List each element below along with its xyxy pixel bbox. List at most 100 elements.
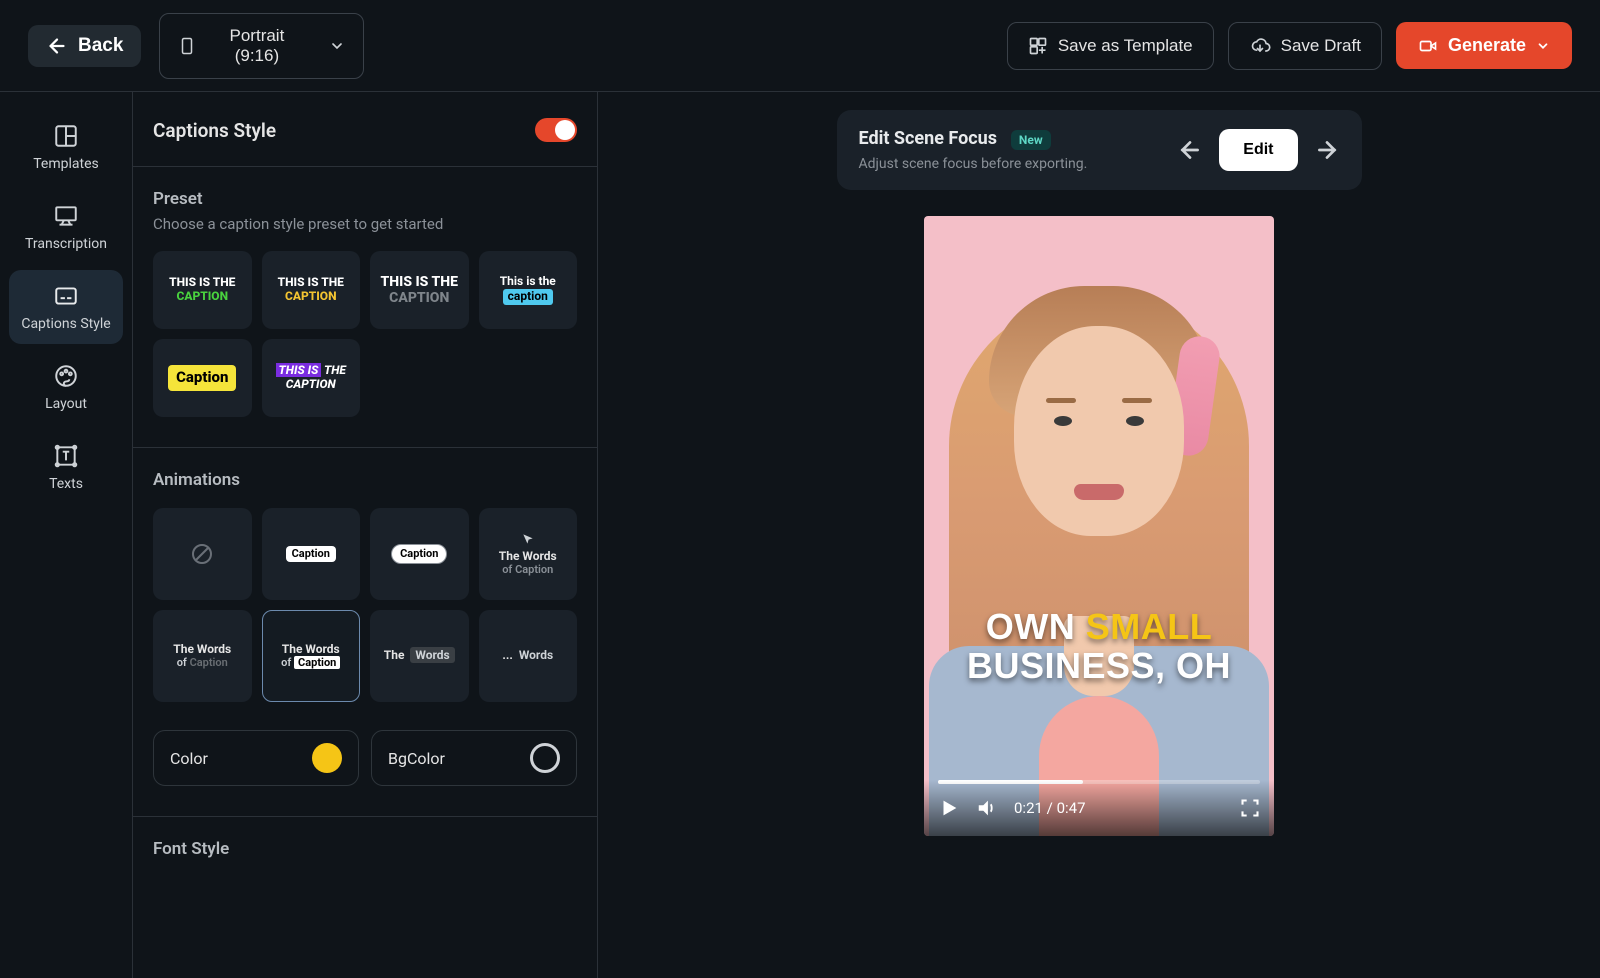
- captions-style-panel: Captions Style Preset Choose a caption s…: [133, 92, 598, 978]
- generate-label: Generate: [1448, 35, 1526, 56]
- preset-heading: Preset: [153, 189, 577, 209]
- preset-line1: This is the: [500, 275, 556, 289]
- preset-line1: THIS IS THE: [276, 364, 346, 378]
- person-face: [1014, 326, 1184, 536]
- sidebar-item-layout[interactable]: Layout: [9, 350, 123, 424]
- scene-focus-text: Edit Scene Focus New Adjust scene focus …: [859, 128, 1088, 172]
- animation-tile-caption-round[interactable]: Caption: [370, 508, 469, 600]
- sidebar-item-label: Texts: [49, 476, 83, 492]
- topbar-left: Back Portrait (9:16): [28, 13, 364, 79]
- person-lips: [1074, 484, 1124, 500]
- topbar: Back Portrait (9:16) Save as Template Sa…: [0, 0, 1600, 92]
- video-preview[interactable]: OWN SMALL BUSINESS, OH 0:21: [924, 216, 1274, 836]
- font-style-section: Font Style: [133, 817, 597, 859]
- preset-line2: CAPTION: [286, 378, 336, 392]
- preset-tile-6[interactable]: THIS IS THE CAPTION: [262, 339, 361, 417]
- caption-overlay: OWN SMALL BUSINESS, OH: [924, 607, 1274, 686]
- cursor-icon: [521, 532, 535, 546]
- animation-tile-none[interactable]: [153, 508, 252, 600]
- play-button[interactable]: [938, 797, 960, 819]
- preset-tile-4[interactable]: This is the caption: [479, 251, 578, 329]
- preset-tile-3[interactable]: THIS IS THE CAPTION: [370, 251, 469, 329]
- anim-line1: The Words: [282, 643, 340, 657]
- preset-tile-5[interactable]: Caption: [153, 339, 252, 417]
- preset-pill: Caption: [168, 365, 236, 390]
- sidebar: Templates Transcription Captions Style L…: [0, 92, 133, 978]
- captions-enabled-toggle[interactable]: [535, 118, 577, 142]
- animation-tile-words-spaced[interactable]: The Words: [370, 610, 469, 702]
- animation-tile-words-highlight[interactable]: The Words of Caption: [262, 610, 361, 702]
- preset-tile-2[interactable]: THIS IS THE CAPTION: [262, 251, 361, 329]
- bgcolor-picker[interactable]: BgColor: [371, 730, 577, 786]
- scene-prev-button[interactable]: [1177, 137, 1203, 163]
- scene-focus-bar: Edit Scene Focus New Adjust scene focus …: [837, 110, 1362, 190]
- animation-tile-words-cursor[interactable]: The Words of Caption: [479, 508, 578, 600]
- save-draft-label: Save Draft: [1281, 36, 1361, 56]
- sidebar-item-label: Layout: [45, 396, 87, 412]
- animation-tile-words-ellipsis[interactable]: ... Words: [479, 610, 578, 702]
- preset-line1: THIS IS THE: [169, 276, 235, 290]
- preset-subheading: Choose a caption style preset to get sta…: [153, 215, 577, 233]
- anim-line2: of Caption: [502, 564, 553, 577]
- preset-section: Preset Choose a caption style preset to …: [133, 167, 597, 448]
- animations-heading: Animations: [153, 470, 577, 490]
- preset-grid: THIS IS THE CAPTION THIS IS THE CAPTION …: [153, 251, 577, 329]
- chevron-down-icon: [1536, 39, 1550, 53]
- anim-label: ... Words: [502, 649, 553, 663]
- anim-line1: The Words: [499, 550, 557, 564]
- preset-line2: CAPTION: [285, 290, 337, 304]
- sidebar-item-transcription[interactable]: Transcription: [9, 190, 123, 264]
- cloud-download-icon: [1249, 36, 1271, 56]
- sidebar-item-label: Templates: [33, 156, 99, 172]
- save-as-template-button[interactable]: Save as Template: [1007, 22, 1214, 70]
- fullscreen-button[interactable]: [1240, 798, 1260, 818]
- preset-tile-1[interactable]: THIS IS THE CAPTION: [153, 251, 252, 329]
- video-controls: 0:21 / 0:47: [924, 780, 1274, 836]
- sidebar-item-texts[interactable]: Texts: [9, 430, 123, 504]
- anim-label: Caption: [391, 544, 447, 565]
- person-eye: [1126, 416, 1144, 426]
- bgcolor-swatch: [530, 743, 560, 773]
- sidebar-item-captions-style[interactable]: Captions Style: [9, 270, 123, 344]
- caption-word: OH: [1176, 645, 1231, 686]
- chevron-down-icon: [329, 38, 345, 54]
- aspect-ratio-dropdown[interactable]: Portrait (9:16): [159, 13, 364, 79]
- edit-label: Edit: [1243, 141, 1273, 158]
- text-icon: [52, 442, 80, 470]
- aspect-label: Portrait (9:16): [208, 26, 305, 66]
- none-icon: [190, 542, 214, 566]
- preset-line1: THIS IS THE: [278, 276, 344, 290]
- arrow-left-icon: [46, 35, 68, 57]
- back-button[interactable]: Back: [28, 25, 141, 67]
- volume-button[interactable]: [976, 797, 998, 819]
- color-label: Color: [170, 749, 208, 768]
- person-brow: [1122, 398, 1152, 403]
- anim-label: Caption: [286, 546, 336, 563]
- back-label: Back: [78, 35, 123, 57]
- animations-grid: Caption Caption The Words of Caption The…: [153, 508, 577, 702]
- transcription-icon: [52, 202, 80, 230]
- generate-button[interactable]: Generate: [1396, 22, 1572, 69]
- animation-tile-words-fade[interactable]: The Words of Caption: [153, 610, 252, 702]
- topbar-right: Save as Template Save Draft Generate: [1007, 22, 1572, 70]
- scene-focus-desc: Adjust scene focus before exporting.: [859, 156, 1088, 172]
- scene-focus-title: Edit Scene Focus: [859, 128, 997, 149]
- save-draft-button[interactable]: Save Draft: [1228, 22, 1382, 70]
- sidebar-item-templates[interactable]: Templates: [9, 110, 123, 184]
- bgcolor-label: BgColor: [388, 749, 445, 768]
- preset-grid-row2: Caption THIS IS THE CAPTION: [153, 339, 577, 417]
- color-swatch: [312, 743, 342, 773]
- font-style-heading: Font Style: [153, 839, 577, 859]
- main: Templates Transcription Captions Style L…: [0, 92, 1600, 978]
- canvas-column: Edit Scene Focus New Adjust scene focus …: [598, 92, 1600, 978]
- scene-next-button[interactable]: [1314, 137, 1340, 163]
- edit-scene-button[interactable]: Edit: [1219, 129, 1297, 171]
- video-frame: [924, 216, 1274, 836]
- animation-tile-caption-box[interactable]: Caption: [262, 508, 361, 600]
- panel-header: Captions Style: [133, 92, 597, 167]
- color-picker[interactable]: Color: [153, 730, 359, 786]
- preset-line2: CAPTION: [389, 290, 449, 306]
- animations-section: Animations Caption Caption Th: [133, 448, 597, 817]
- person-eye: [1054, 416, 1072, 426]
- anim-label: The Words: [384, 649, 455, 663]
